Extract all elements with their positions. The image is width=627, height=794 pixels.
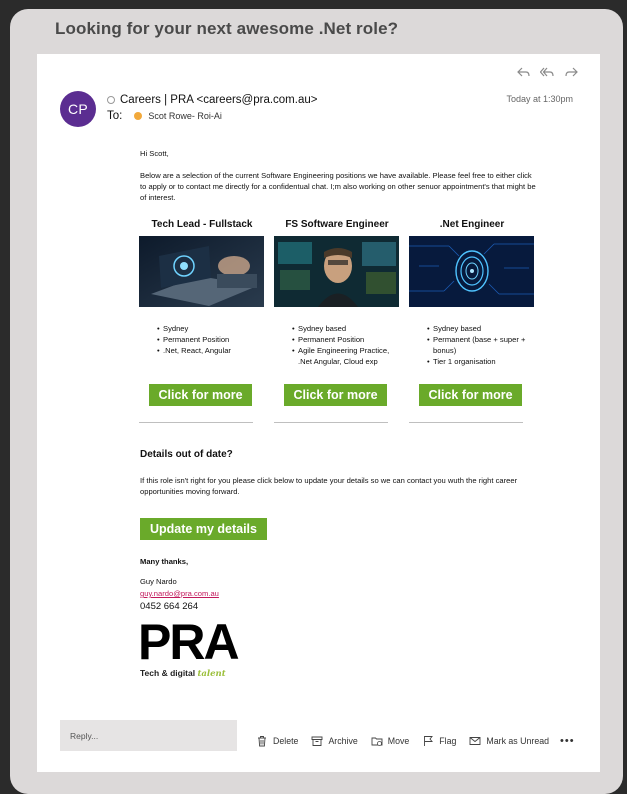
email-body: Hi Scott, Below are a selection of the c… <box>140 148 540 214</box>
archive-icon <box>311 736 323 746</box>
reply-input[interactable]: Reply... <box>60 720 237 751</box>
pra-logo: PRA Tech & digital talent <box>138 614 242 680</box>
job-title: FS Software Engineer <box>285 219 389 230</box>
job-details: Sydney Permanent Position .Net, React, A… <box>157 323 269 356</box>
list-item: .Net, React, Angular <box>157 345 269 356</box>
flag-icon <box>424 736 434 746</box>
to-label: To: <box>107 110 123 122</box>
job-title: Tech Lead - Fullstack <box>151 219 253 230</box>
divider <box>139 422 253 423</box>
trash-icon <box>258 736 266 747</box>
logo-wordmark: PRA <box>138 614 240 670</box>
list-item: Sydney <box>157 323 269 334</box>
job-image[interactable] <box>409 236 534 307</box>
recipient-name[interactable]: Scot Rowe- Roi-Ai <box>148 111 222 121</box>
details-paragraph: If this role isn't right for you please … <box>140 476 518 496</box>
list-item: Permanent Position <box>157 334 269 345</box>
sender-address: Careers | PRA <careers@pra.com.au> <box>120 94 318 106</box>
folder-move-icon <box>371 737 383 746</box>
reply-icon[interactable] <box>516 65 530 79</box>
forward-icon[interactable] <box>564 65 578 79</box>
job-details: Sydney based Permanent Position Agile En… <box>292 323 404 367</box>
job-image[interactable] <box>139 236 264 307</box>
list-item: Tier 1 organisation <box>427 356 539 367</box>
more-options-icon[interactable]: ••• <box>560 735 575 747</box>
divider <box>409 422 523 423</box>
list-item: Sydney based <box>292 323 404 334</box>
list-item: Agile Engineering Practice, .Net Angular… <box>292 345 404 367</box>
page-title: Looking for your next awesome .Net role? <box>55 19 399 38</box>
details-heading: Details out of date? <box>140 449 233 460</box>
sender[interactable]: Careers | PRA <careers@pra.com.au> <box>107 94 317 106</box>
intro-paragraph: Below are a selection of the current Sof… <box>140 171 536 202</box>
sign-off: Many thanks, <box>140 557 189 566</box>
move-button[interactable]: Move <box>371 735 409 747</box>
archive-button[interactable]: Archive <box>311 735 358 747</box>
timestamp: Today at 1:30pm <box>506 94 573 104</box>
signature-phone: 0452 664 264 <box>140 601 199 612</box>
presence-icon <box>107 96 115 104</box>
job-image[interactable] <box>274 236 399 307</box>
job-card: Tech Lead - Fullstack • Sydney • Permane… <box>139 219 265 423</box>
recipient-avatar-icon <box>134 112 143 120</box>
mark-unread-button[interactable]: Mark as Unread <box>469 735 549 747</box>
signature-name: Guy Nardo <box>140 577 177 586</box>
signature-email-link[interactable]: guy.nardo@pra.com.au <box>140 589 219 598</box>
list-item: Permanent Position <box>292 334 404 345</box>
job-title: .Net Engineer <box>439 219 505 230</box>
job-details: Sydney based Permanent (base + super + b… <box>427 323 539 367</box>
greeting: Hi Scott, <box>140 149 169 158</box>
list-item: Sydney based <box>427 323 539 334</box>
envelope-icon <box>469 737 481 745</box>
flag-button[interactable]: Flag <box>422 735 456 747</box>
delete-button[interactable]: Delete <box>256 735 298 747</box>
recipient-row: To: Scot Rowe- Roi-Ai <box>107 110 222 122</box>
divider <box>274 422 388 423</box>
click-for-more-button[interactable]: Click for more <box>284 384 387 406</box>
reply-all-icon[interactable] <box>540 65 554 79</box>
avatar[interactable]: CP <box>60 91 96 127</box>
job-listings: Tech Lead - Fullstack • Sydney • Permane… <box>139 219 539 429</box>
list-item: Permanent (base + super + bonus) <box>427 334 539 356</box>
job-card: .Net Engineer • Sydney based • Permanent… <box>409 219 535 423</box>
message-actions <box>516 65 578 79</box>
email-card: CP Careers | PRA <careers@pra.com.au> To… <box>37 54 600 772</box>
bottom-toolbar: Delete Archive Move Flag Mark as Unread … <box>256 735 575 747</box>
job-card: FS Software Engineer Sydney based Perman… <box>274 219 400 423</box>
click-for-more-button[interactable]: Click for more <box>149 384 252 406</box>
logo-tagline: Tech & digital talent <box>140 668 226 679</box>
click-for-more-button[interactable]: Click for more <box>419 384 522 406</box>
update-details-button[interactable]: Update my details <box>140 518 267 540</box>
